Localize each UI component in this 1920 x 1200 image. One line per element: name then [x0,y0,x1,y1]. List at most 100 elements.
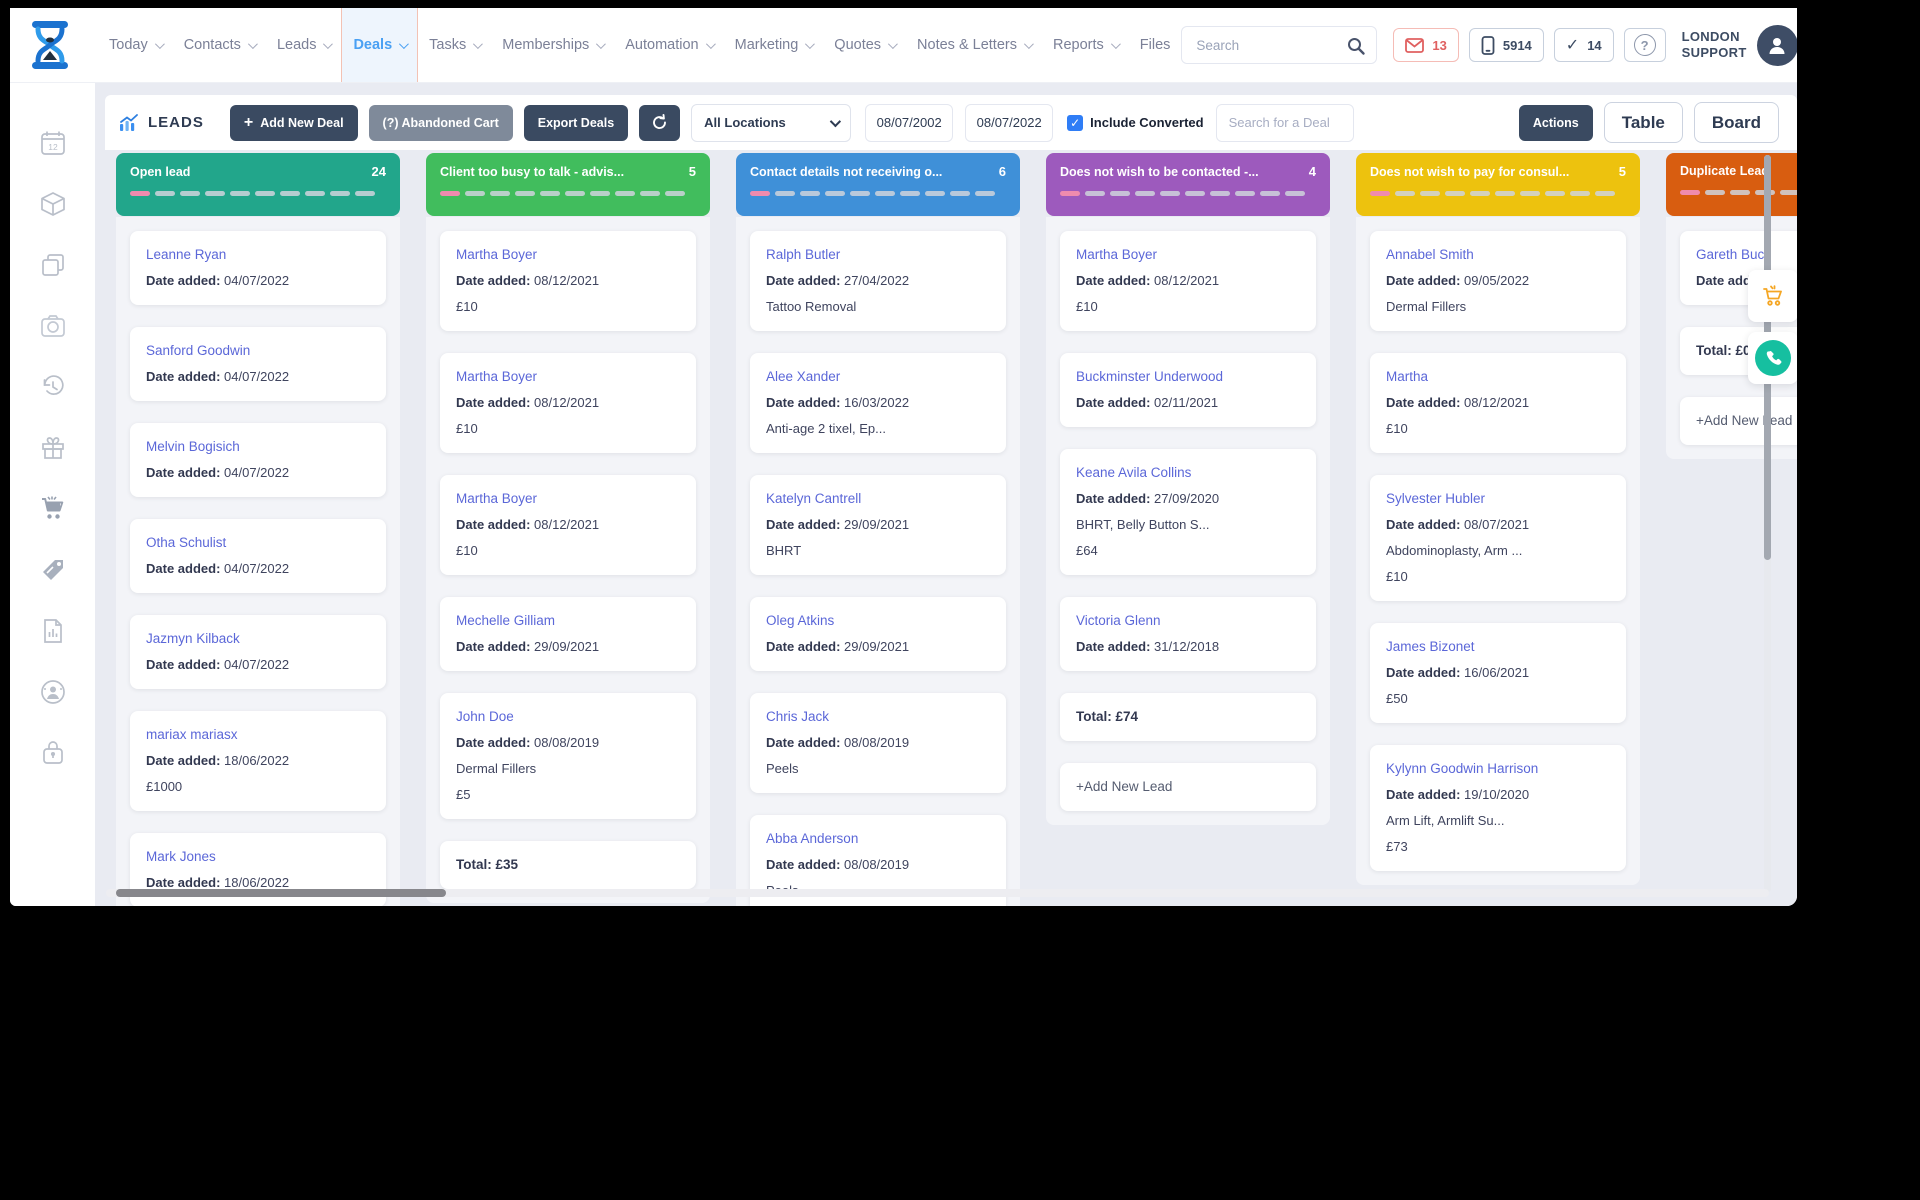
lead-name-link[interactable]: Melvin Bogisich [146,434,370,460]
lead-name-link[interactable]: Sylvester Hubler [1386,486,1610,512]
lead-name-link[interactable]: Martha Boyer [456,364,680,390]
lead-name-link[interactable]: Ralph Butler [766,242,990,268]
lead-name-link[interactable]: Oleg Atkins [766,608,990,634]
lead-card[interactable]: Sanford Goodwin Date added: 04/07/2022 [130,327,386,401]
lead-name-link[interactable]: mariax mariasx [146,722,370,748]
sidebar-account-icon[interactable] [38,677,68,707]
lead-card[interactable]: Keane Avila Collins Date added: 27/09/20… [1060,449,1316,575]
sidebar-gift-icon[interactable] [38,433,68,463]
horizontal-scrollbar-thumb[interactable] [116,889,446,897]
column-header[interactable]: Duplicate Lead [1666,153,1797,216]
sidebar-lock-icon[interactable] [38,738,68,768]
calls-badge[interactable]: 5914 [1469,28,1544,62]
lead-card[interactable]: Oleg Atkins Date added: 29/09/2021 [750,597,1006,671]
sidebar-cart-icon[interactable] [38,494,68,524]
lead-name-link[interactable]: John Doe [456,704,680,730]
lead-name-link[interactable]: Martha Boyer [456,486,680,512]
lead-card[interactable]: Martha Date added: 08/12/2021 £10 [1370,353,1626,453]
sidebar-price-tag-icon[interactable] [38,555,68,585]
lead-card[interactable]: Martha Boyer Date added: 08/12/2021 £10 [440,475,696,575]
lead-name-link[interactable]: Chris Jack [766,704,990,730]
nav-item-quotes[interactable]: Quotes [823,8,906,82]
board-view-button[interactable]: Board [1694,102,1779,143]
lead-name-link[interactable]: Abba Anderson [766,826,990,852]
lead-name-link[interactable]: Victoria Glenn [1076,608,1300,634]
lead-card[interactable]: Kylynn Goodwin Harrison Date added: 19/1… [1370,745,1626,871]
table-view-button[interactable]: Table [1604,102,1683,143]
lead-name-link[interactable]: Annabel Smith [1386,242,1610,268]
vertical-scrollbar[interactable] [1764,155,1771,892]
lead-card[interactable]: Katelyn Cantrell Date added: 29/09/2021 … [750,475,1006,575]
tasks-badge[interactable]: ✓ 14 [1554,28,1614,62]
nav-item-deals[interactable]: Deals [341,8,418,82]
location-select[interactable]: All Locations [691,104,851,142]
lead-card[interactable]: Leanne Ryan Date added: 04/07/2022 [130,231,386,305]
nav-item-today[interactable]: Today [98,8,173,82]
lead-card[interactable]: Martha Boyer Date added: 08/12/2021 £10 [440,231,696,331]
lead-card[interactable]: Alee Xander Date added: 16/03/2022 Anti-… [750,353,1006,453]
nav-item-contacts[interactable]: Contacts [173,8,266,82]
deal-search-input[interactable] [1217,105,1353,141]
sidebar-package-icon[interactable] [38,189,68,219]
abandoned-cart-button[interactable]: (?) Abandoned Cart [369,105,513,141]
add-new-deal-button[interactable]: + Add New Deal [230,105,358,141]
lead-name-link[interactable]: Leanne Ryan [146,242,370,268]
lead-card[interactable]: Chris Jack Date added: 08/08/2019 Peels [750,693,1006,793]
lead-card[interactable]: Martha Boyer Date added: 08/12/2021 £10 [440,353,696,453]
column-header[interactable]: Does not wish to pay for consul... 5 [1356,153,1640,216]
app-logo-hourglass-icon[interactable] [28,20,72,70]
add-new-lead-card[interactable]: +Add New Lead [1060,763,1316,811]
call-fab-button[interactable] [1748,332,1797,384]
lead-name-link[interactable]: Mark Jones [146,844,370,870]
lead-name-link[interactable]: Otha Schulist [146,530,370,556]
column-header[interactable]: Client too busy to talk - advis... 5 [426,153,710,216]
nav-item-files[interactable]: Files [1129,8,1182,82]
messages-badge[interactable]: 13 [1393,28,1458,62]
add-new-lead-card[interactable]: +Add New Lead [1680,397,1797,445]
lead-name-link[interactable]: Alee Xander [766,364,990,390]
nav-item-automation[interactable]: Automation [614,8,723,82]
lead-name-link[interactable]: Gareth Buck [1696,242,1797,268]
refresh-button[interactable] [639,105,680,141]
nav-item-tasks[interactable]: Tasks [418,8,491,82]
lead-name-link[interactable]: Mechelle Gilliam [456,608,680,634]
include-converted-checkbox[interactable]: ✓ Include Converted [1067,115,1203,131]
actions-button[interactable]: Actions [1519,105,1593,141]
help-button[interactable]: ? [1624,28,1666,62]
search-icon[interactable] [1346,36,1366,56]
lead-card[interactable]: Martha Boyer Date added: 08/12/2021 £10 [1060,231,1316,331]
lead-name-link[interactable]: Martha [1386,364,1610,390]
column-header[interactable]: Does not wish to be contacted -... 4 [1046,153,1330,216]
lead-card[interactable]: Ralph Butler Date added: 27/04/2022 Tatt… [750,231,1006,331]
sidebar-history-icon[interactable] [38,372,68,402]
lead-card[interactable]: Jazmyn Kilback Date added: 04/07/2022 [130,615,386,689]
nav-item-memberships[interactable]: Memberships [491,8,614,82]
nav-item-marketing[interactable]: Marketing [724,8,824,82]
lead-card[interactable]: Buckminster Underwood Date added: 02/11/… [1060,353,1316,427]
date-to-input[interactable]: 08/07/2022 [965,104,1053,142]
lead-name-link[interactable]: Kylynn Goodwin Harrison [1386,756,1610,782]
lead-name-link[interactable]: Katelyn Cantrell [766,486,990,512]
sidebar-camera-icon[interactable] [38,311,68,341]
export-deals-button[interactable]: Export Deals [524,105,628,141]
nav-item-notes-letters[interactable]: Notes & Letters [906,8,1042,82]
sidebar-calendar-icon[interactable]: 12 [38,128,68,158]
lead-name-link[interactable]: James Bizonet [1386,634,1610,660]
date-from-input[interactable]: 08/07/2002 [865,104,953,142]
lead-name-link[interactable]: Martha Boyer [456,242,680,268]
lead-name-link[interactable]: Sanford Goodwin [146,338,370,364]
column-header[interactable]: Contact details not receiving o... 6 [736,153,1020,216]
sidebar-report-icon[interactable] [38,616,68,646]
lead-card[interactable]: James Bizonet Date added: 16/06/2021 £50 [1370,623,1626,723]
lead-name-link[interactable]: Keane Avila Collins [1076,460,1300,486]
sidebar-copy-icon[interactable] [38,250,68,280]
user-avatar[interactable] [1757,25,1797,66]
lead-card[interactable]: Melvin Bogisich Date added: 04/07/2022 [130,423,386,497]
lead-card[interactable]: Annabel Smith Date added: 09/05/2022 Der… [1370,231,1626,331]
lead-card[interactable]: mariax mariasx Date added: 18/06/2022 £1… [130,711,386,811]
horizontal-scrollbar[interactable] [106,889,1769,897]
lead-name-link[interactable]: Martha Boyer [1076,242,1300,268]
nav-item-leads[interactable]: Leads [266,8,342,82]
cart-fab-button[interactable] [1748,270,1797,322]
lead-name-link[interactable]: Jazmyn Kilback [146,626,370,652]
